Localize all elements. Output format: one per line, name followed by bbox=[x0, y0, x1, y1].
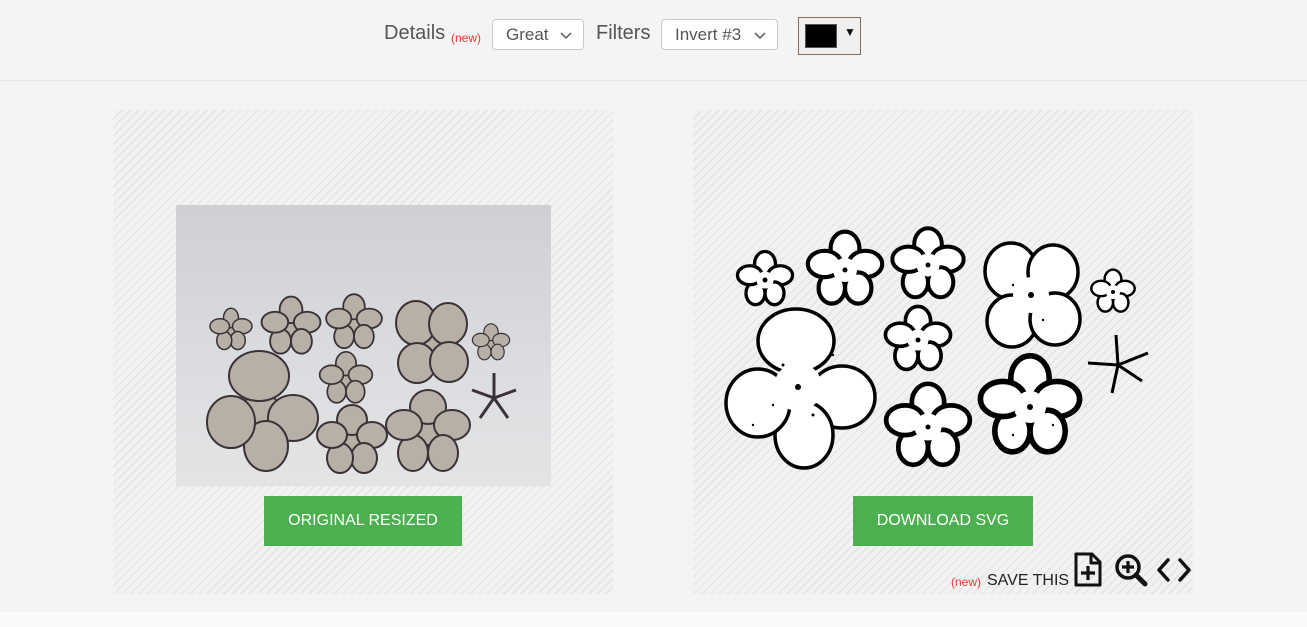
save-new-badge: (new) bbox=[951, 575, 982, 589]
details-select[interactable]: Great bbox=[492, 19, 584, 50]
svg-preview bbox=[713, 225, 1163, 485]
chevron-down-icon bbox=[560, 32, 572, 40]
details-select-value: Great bbox=[506, 25, 549, 44]
zoom-in-icon[interactable] bbox=[1114, 553, 1148, 587]
original-image bbox=[176, 205, 551, 486]
toolbar: Details (new) Great Filters Invert #3 ▼ bbox=[0, 0, 1307, 81]
details-new-badge: (new) bbox=[451, 31, 482, 45]
filters-label: Filters bbox=[596, 22, 651, 44]
download-svg-button[interactable]: DOWNLOAD SVG bbox=[853, 496, 1033, 546]
chevron-down-icon bbox=[754, 32, 766, 40]
color-swatch bbox=[805, 24, 837, 48]
save-this-label[interactable]: SAVE THIS bbox=[987, 572, 1069, 590]
code-icon[interactable] bbox=[1156, 556, 1192, 584]
result-panel: DOWNLOAD SVG (new) SAVE THIS bbox=[693, 110, 1193, 594]
original-resized-button[interactable]: ORIGINAL RESIZED bbox=[264, 496, 462, 546]
add-file-icon[interactable] bbox=[1073, 552, 1103, 588]
color-picker[interactable]: ▼ bbox=[798, 17, 861, 55]
filters-select-value: Invert #3 bbox=[675, 25, 742, 44]
footer-strip bbox=[0, 612, 1307, 627]
details-label: Details bbox=[384, 22, 446, 44]
filters-select[interactable]: Invert #3 bbox=[661, 19, 778, 50]
original-panel: ORIGINAL RESIZED bbox=[113, 110, 613, 594]
dropdown-arrow-icon: ▼ bbox=[844, 25, 856, 39]
